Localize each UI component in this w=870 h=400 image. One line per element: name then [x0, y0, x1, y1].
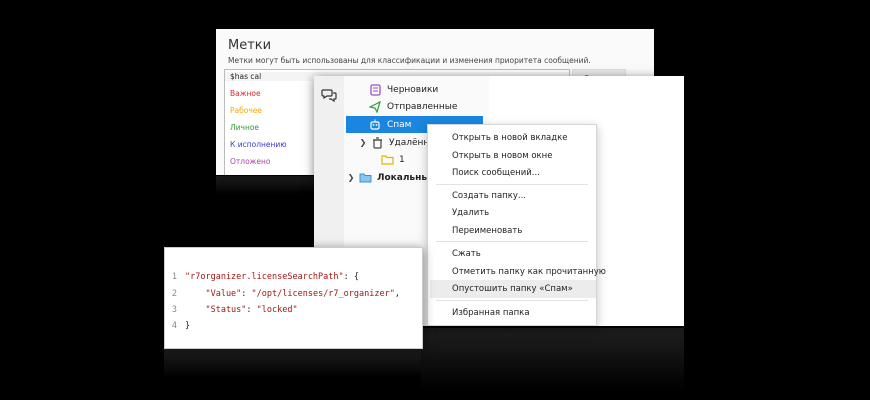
draft-icon [368, 83, 382, 97]
folder-drafts[interactable]: Черновики [368, 81, 438, 98]
tags-description: Метки могут быть использованы для класси… [228, 56, 591, 65]
spam-icon [368, 118, 382, 132]
code-line: 4} [171, 320, 191, 331]
menu-compact[interactable]: Сжать [452, 249, 481, 259]
folder-panel-reflection [421, 328, 684, 390]
menu-favorite-folder[interactable]: Избранная папка [452, 308, 530, 318]
menu-mark-read[interactable]: Отметить папку как прочитанную [452, 267, 606, 277]
tags-panel-reflection [216, 176, 314, 194]
menu-separator [436, 241, 588, 242]
menu-rename[interactable]: Переименовать [452, 226, 522, 236]
menu-create-folder[interactable]: Создать папку... [452, 191, 526, 201]
code-line: 1 "r7organizer.licenseSearchPath": { [171, 271, 359, 282]
folder-1-label: 1 [399, 154, 405, 165]
tag-item-personal[interactable]: Личное [230, 123, 259, 132]
code-line: 3 "Status": "locked" [171, 304, 298, 315]
tag-item-important[interactable]: Важное [230, 89, 261, 98]
folder-sent[interactable]: Отправленные [368, 98, 457, 115]
folder-sent-label: Отправленные [387, 101, 458, 112]
code-panel-reflection [164, 348, 421, 378]
menu-separator [436, 300, 588, 301]
menu-delete[interactable]: Удалить [452, 208, 489, 218]
chevron-down-icon[interactable]: ❯ [358, 136, 368, 150]
folder-1[interactable]: 1 [380, 151, 405, 168]
tag-item-todo[interactable]: К исполнению [230, 140, 287, 149]
chat-icon[interactable] [321, 87, 337, 103]
folder-context-menu: Открыть в новой вкладке Открыть в новом … [427, 124, 606, 326]
folder-icon [380, 153, 394, 167]
local-folder-icon [358, 171, 372, 185]
tags-title: Метки [228, 38, 272, 53]
folder-drafts-label: Черновики [387, 84, 439, 95]
menu-empty-spam[interactable]: Опустошить папку «Спам» [430, 280, 596, 298]
menu-separator [436, 184, 588, 185]
menu-search-messages[interactable]: Поиск сообщений... [452, 168, 540, 178]
sent-icon [368, 100, 382, 114]
tag-item-later[interactable]: Отложено [230, 157, 271, 166]
trash-icon [370, 136, 384, 150]
chevron-right-icon[interactable]: ❯ [346, 171, 356, 185]
menu-open-new-tab[interactable]: Открыть в новой вкладке [452, 133, 567, 143]
menu-open-new-window[interactable]: Открыть в новом окне [452, 151, 552, 161]
code-line: 2 "Value": "/opt/licenses/r7_organizer", [171, 288, 400, 299]
tag-item-work[interactable]: Рабочее [230, 106, 262, 115]
policy-code-panel: 1 "r7organizer.licenseSearchPath": { 2 "V… [164, 247, 423, 349]
folder-spam-label: Спам [387, 119, 412, 130]
